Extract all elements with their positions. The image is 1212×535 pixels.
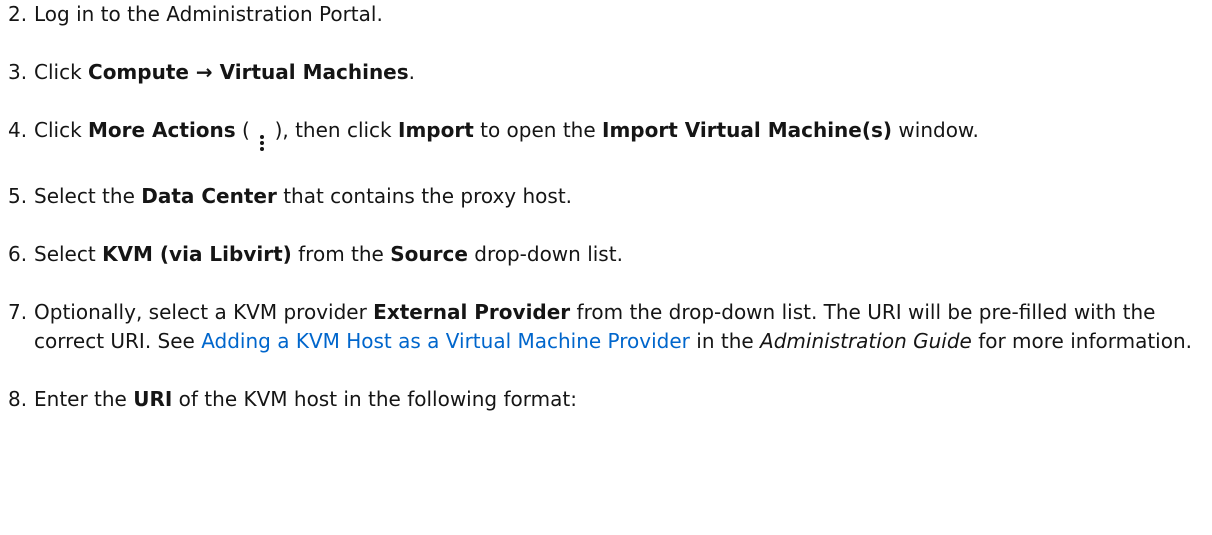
step-number: 3. bbox=[8, 60, 28, 84]
ui-element-name: KVM (via Libvirt) bbox=[102, 242, 292, 266]
step-text: Enter the URI of the KVM host in the fol… bbox=[34, 385, 1203, 414]
ui-element-name: External Provider bbox=[373, 300, 571, 324]
step-number: 5. bbox=[8, 184, 28, 208]
procedure-step: 7. Optionally, select a KVM provider Exte… bbox=[8, 298, 1203, 356]
step-number: 7. bbox=[8, 300, 28, 324]
procedure-step: 4. Click More Actions ( ), then click Imp… bbox=[8, 116, 1203, 153]
step-text-segment: Click bbox=[34, 60, 89, 84]
doc-link[interactable]: Adding a KVM Host as a Virtual Machine P… bbox=[201, 329, 690, 353]
step-text-segment: from the bbox=[291, 242, 391, 266]
step-text-segment: Click bbox=[34, 118, 89, 142]
step-text-segment: of the KVM host in the following format: bbox=[172, 387, 577, 411]
step-number: 4. bbox=[8, 118, 28, 142]
procedure-steps-list: 2. Log in to the Administration Portal. 3.… bbox=[8, 0, 1203, 443]
step-text-segment: Select the bbox=[34, 184, 142, 208]
step-number: 2. bbox=[8, 2, 28, 26]
ui-element-name: URI bbox=[133, 387, 173, 411]
ui-element-name: Data Center bbox=[141, 184, 277, 208]
step-text: Select the Data Center that contains the… bbox=[34, 182, 1203, 211]
step-text-segment: that contains the proxy host. bbox=[276, 184, 573, 208]
step-text: Log in to the Administration Portal. bbox=[34, 0, 1203, 29]
step-text-segment: Log in to the Administration Portal. bbox=[34, 2, 383, 26]
step-text-segment: Optionally, select a KVM provider bbox=[34, 300, 374, 324]
ui-element-name: Import Virtual Machine(s) bbox=[602, 118, 893, 142]
kebab-icon bbox=[257, 133, 267, 153]
step-text-segment: Enter the bbox=[34, 387, 134, 411]
procedure-step: 3. Click Compute → Virtual Machines. bbox=[8, 58, 1203, 87]
procedure-step: 6. Select KVM (via Libvirt) from the Sour… bbox=[8, 240, 1203, 269]
step-text-segment: to open the bbox=[473, 118, 603, 142]
step-text-segment: drop-down list. bbox=[467, 242, 623, 266]
step-text-segment: in the bbox=[689, 329, 761, 353]
ui-element-name: Source bbox=[390, 242, 468, 266]
ui-element-name: Compute → Virtual Machines bbox=[88, 60, 409, 84]
ui-element-name: Import bbox=[398, 118, 474, 142]
step-text: Click More Actions ( ), then click Impor… bbox=[34, 116, 1203, 153]
step-text: Optionally, select a KVM provider Extern… bbox=[34, 298, 1203, 356]
step-number: 8. bbox=[8, 387, 28, 411]
step-text-segment: ( bbox=[235, 118, 257, 142]
step-text-segment: window. bbox=[892, 118, 979, 142]
guide-title: Administration Guide bbox=[760, 329, 972, 353]
step-text-segment: for more information. bbox=[971, 329, 1193, 353]
step-text: Click Compute → Virtual Machines. bbox=[34, 58, 1203, 87]
step-text-segment: . bbox=[408, 60, 416, 84]
step-text: Select KVM (via Libvirt) from the Source… bbox=[34, 240, 1203, 269]
step-number: 6. bbox=[8, 242, 28, 266]
procedure-step: 8. Enter the URI of the KVM host in the f… bbox=[8, 385, 1203, 414]
step-text-segment: Select bbox=[34, 242, 103, 266]
step-text-segment: ), then click bbox=[268, 118, 398, 142]
procedure-step: 5. Select the Data Center that contains t… bbox=[8, 182, 1203, 211]
procedure-step: 2. Log in to the Administration Portal. bbox=[8, 0, 1203, 29]
ui-element-name: More Actions bbox=[88, 118, 236, 142]
